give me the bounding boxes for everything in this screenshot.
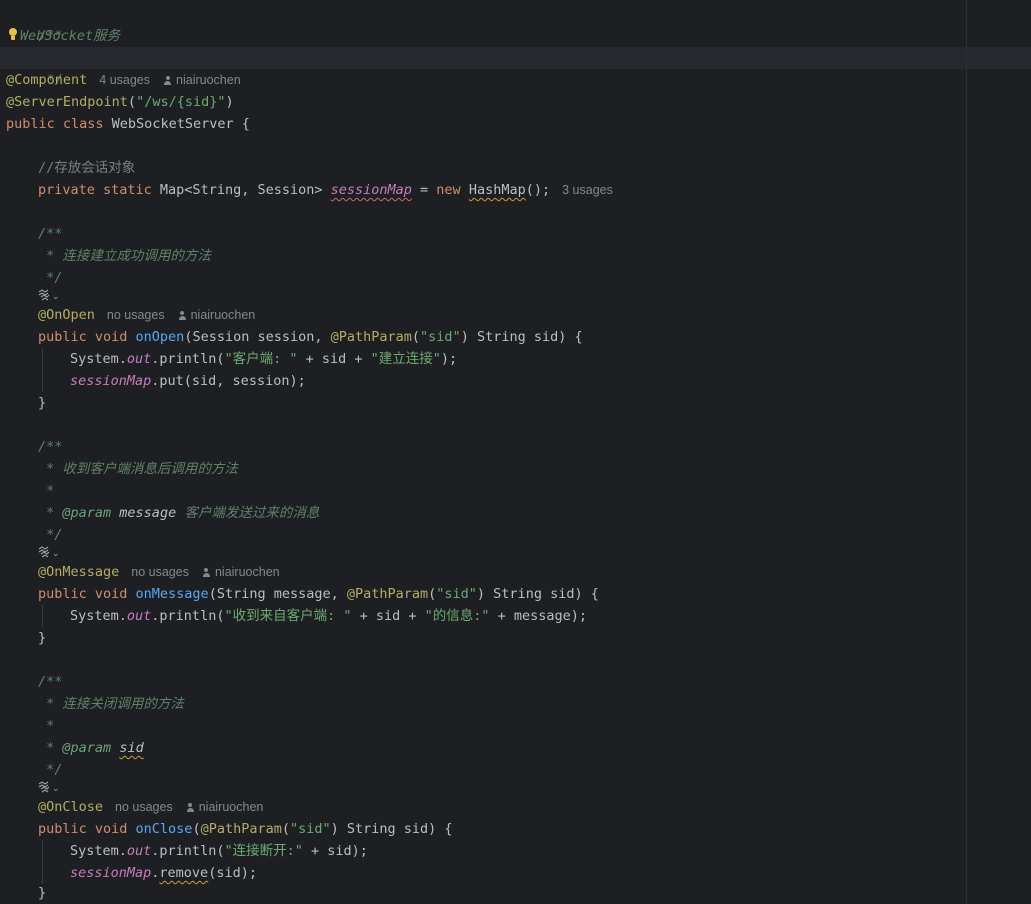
code-line[interactable]: public void onClose(@PathParam("sid") St… [0,818,1031,840]
code-line[interactable]: public void onOpen(Session session, @Pat… [0,326,1031,348]
user-icon [164,76,172,85]
code-line[interactable]: System.out.println("客户端: " + sid + "建立连接… [0,348,1031,370]
chevron-down-icon[interactable]: ⌄ [52,784,60,794]
unchecked-call-warning[interactable]: remove [159,865,208,881]
usages-hint[interactable]: no usages [115,800,173,814]
code-line[interactable]: * 收到客户端消息后调用的方法 [0,458,1031,480]
websocket-endpoint-icon[interactable] [38,289,50,301]
code-line[interactable]: * 连接关闭调用的方法 [0,693,1031,715]
code-line[interactable]: @OnMessage no usages niairuochen [0,561,1031,583]
code-editor[interactable]: /** WebSocket服务 */ @Component 4 usages nia… [0,0,1031,903]
websocket-endpoint-icon[interactable] [38,546,50,558]
code-line[interactable]: @Component 4 usages niairuochen [0,69,1031,91]
usages-hint[interactable]: no usages [107,308,165,322]
author-hint[interactable]: niairuochen [164,73,241,87]
line-comment: //存放会话对象 [38,160,136,176]
websocket-endpoint-icon[interactable] [38,781,50,793]
usages-hint[interactable]: 4 usages [99,73,150,87]
code-line[interactable]: WebSocket服务 [0,25,1031,47]
user-icon [186,803,194,812]
raw-type-warning[interactable]: HashMap [469,182,526,198]
doc-comment-text: WebSocket服务 [20,28,121,44]
author-hint[interactable]: niairuochen [178,308,255,322]
method-name[interactable]: onOpen [127,329,185,345]
code-line[interactable]: @OnOpen no usages niairuochen [0,304,1031,326]
chevron-down-icon[interactable]: ⌄ [52,292,60,302]
annotation: @Component [6,72,88,88]
code-line[interactable]: * 连接建立成功调用的方法 [0,245,1031,267]
code-line[interactable]: public void onMessage(String message, @P… [0,583,1031,605]
method-name[interactable]: onMessage [127,586,209,602]
usages-hint[interactable]: 3 usages [562,183,613,197]
usages-hint[interactable]: no usages [131,565,189,579]
field-session-map[interactable]: sessionMap [331,182,412,198]
code-line[interactable]: } [0,627,1031,649]
user-icon [178,311,186,320]
code-line[interactable]: * @param sid [0,737,1031,759]
code-line[interactable]: sessionMap.remove(sid); [0,862,1031,884]
code-line[interactable]: //存放会话对象 [0,157,1031,179]
method-name[interactable]: onClose [127,821,193,837]
code-line[interactable]: * @param message 客户端发送过来的消息 [0,502,1031,524]
class-name: WebSocketServer { [103,116,250,132]
keyword: new [436,182,461,198]
annotation: @ServerEndpoint [6,94,128,110]
keyword: public class [6,116,104,132]
code-line[interactable]: /** [0,223,1031,245]
chevron-down-icon[interactable]: ⌄ [52,549,60,559]
annotation: @OnOpen [38,307,95,323]
author-hint[interactable]: niairuochen [186,800,263,814]
code-line[interactable]: /** [0,436,1031,458]
code-line[interactable]: */ [0,47,1031,88]
code-line[interactable]: System.out.println("连接断开:" + sid); [0,840,1031,862]
code-line[interactable]: @OnClose no usages niairuochen [0,796,1031,818]
keyword: private static [38,182,152,198]
code-line[interactable]: private static Map<String, Session> sess… [0,179,1031,201]
code-line[interactable]: System.out.println("收到来自客户端: " + sid + "… [0,605,1031,627]
string-literal: "/ws/{sid}" [136,94,226,110]
code-line[interactable]: * [0,480,1031,502]
code-line[interactable]: * [0,715,1031,737]
code-line[interactable]: /** [0,671,1031,693]
code-line[interactable]: sessionMap.put(sid, session); [0,370,1031,392]
code-line[interactable]: @ServerEndpoint("/ws/{sid}") [0,91,1031,113]
code-line[interactable]: public class WebSocketServer { [0,113,1031,135]
code-line[interactable]: /** [0,3,1031,44]
param-name-warning[interactable]: sid [119,740,143,756]
user-icon [202,568,210,577]
lightbulb-icon[interactable] [8,28,18,41]
author-hint[interactable]: niairuochen [202,565,280,579]
code-line[interactable]: } [0,882,1031,904]
code-line[interactable]: } [0,392,1031,414]
